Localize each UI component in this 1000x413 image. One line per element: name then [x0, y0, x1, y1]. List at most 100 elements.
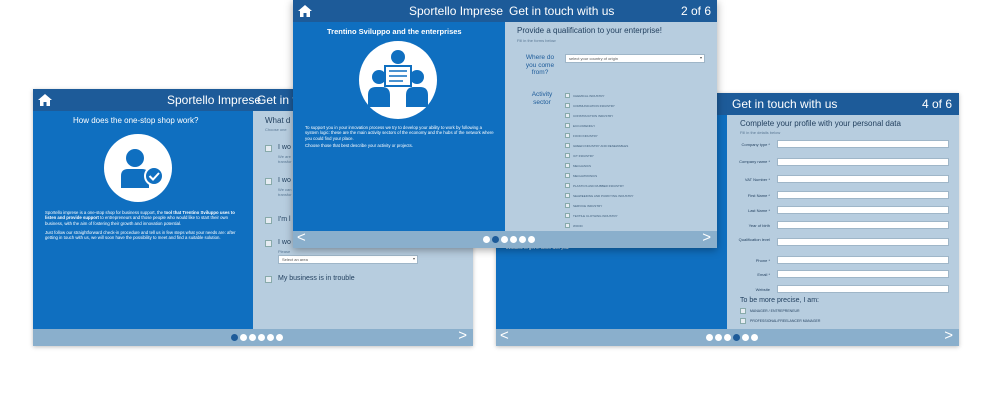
sector-checkbox[interactable] — [565, 133, 570, 138]
choose-paragraph: Choose those that best describe your act… — [305, 143, 413, 148]
chevron-down-icon: ▾ — [699, 55, 702, 60]
first-name-input[interactable] — [777, 191, 949, 199]
home-icon[interactable] — [297, 3, 313, 19]
sector-item[interactable]: COMMUNICATION INDUSTRY — [565, 102, 705, 112]
field-label: Company type * — [741, 142, 770, 147]
page-dot[interactable] — [706, 334, 713, 341]
website-input[interactable] — [777, 285, 949, 293]
sector-checkbox[interactable] — [565, 173, 570, 178]
page-dot[interactable] — [724, 334, 731, 341]
vat-number-input[interactable] — [777, 175, 949, 183]
page-dot[interactable] — [742, 334, 749, 341]
people-icon — [368, 50, 428, 107]
sector-checkbox[interactable] — [565, 223, 570, 228]
sector-item[interactable]: ICT INDUSTRY — [565, 152, 705, 162]
form-subheading: Fill in the details below — [740, 130, 781, 135]
top-bar: Sportello Imprese Get in touch with us 2… — [293, 0, 717, 22]
page-counter: 4 of 6 — [921, 97, 952, 111]
sector-checkbox[interactable] — [565, 213, 570, 218]
bottom-bar: < > — [293, 229, 717, 248]
prev-arrow[interactable]: < — [500, 327, 509, 344]
app-title: Sportello Imprese — [409, 4, 504, 18]
info-column: How does the one-stop shop work? Sportel… — [33, 111, 253, 329]
page-dot[interactable] — [483, 236, 490, 243]
role-label: MANAGER / ENTREPRENEUR — [750, 309, 800, 313]
role-label: PROFESSIONAL/FREELANCER MANAGER — [750, 319, 821, 323]
page-dot[interactable] — [715, 334, 722, 341]
sector-checkbox[interactable] — [565, 93, 570, 98]
phone-input[interactable] — [777, 256, 949, 264]
email-input[interactable] — [777, 270, 949, 278]
option-description: We can transfor — [278, 187, 292, 197]
precise-heading: To be more precise, I am: — [740, 297, 819, 304]
sector-checkbox[interactable] — [565, 203, 570, 208]
option-label: I wo — [278, 239, 291, 246]
prev-arrow[interactable]: < — [297, 229, 306, 246]
country-select[interactable]: select your country of origin ▾ — [565, 54, 705, 63]
page-dot[interactable] — [751, 334, 758, 341]
page-indicator — [483, 236, 535, 243]
home-icon[interactable] — [37, 92, 53, 108]
role-checkbox[interactable] — [740, 318, 746, 324]
next-arrow[interactable]: > — [944, 327, 953, 344]
sector-checkbox[interactable] — [565, 103, 570, 108]
sector-checkbox[interactable] — [565, 153, 570, 158]
field-label: First Name * — [747, 193, 770, 198]
form-heading: What d — [265, 116, 291, 125]
area-select[interactable]: Select an area ▾ — [278, 255, 418, 264]
people-illustration — [359, 41, 437, 119]
next-arrow[interactable]: > — [458, 327, 467, 344]
origin-label: Where do you come from? — [525, 54, 555, 76]
sector-item[interactable]: TEXTILE CLOTHING INDUSTRY — [565, 212, 705, 222]
page-dot[interactable] — [733, 334, 740, 341]
sector-item[interactable]: CHEMICAL INDUSTRY — [565, 92, 705, 102]
year-of-birth-input[interactable] — [777, 221, 949, 229]
select-value: select your country of origin — [569, 56, 618, 61]
sector-item[interactable]: GREEN INDUSTRY AND RENEWABLES — [565, 142, 705, 152]
sector-label: Activity sector — [531, 91, 553, 106]
page-dot[interactable] — [501, 236, 508, 243]
page-indicator — [706, 334, 758, 341]
sector-item[interactable]: MECHANICS — [565, 162, 705, 172]
company-name-input[interactable] — [777, 158, 949, 166]
sector-checkbox[interactable] — [565, 123, 570, 128]
sector-checkbox[interactable] — [565, 143, 570, 148]
option-checkbox[interactable] — [265, 240, 272, 247]
qualification-input[interactable] — [777, 238, 949, 246]
page-dot[interactable] — [492, 236, 499, 243]
company-type-input[interactable] — [777, 140, 949, 148]
option-checkbox[interactable] — [265, 145, 272, 152]
page-dot[interactable] — [231, 334, 238, 341]
next-arrow[interactable]: > — [702, 229, 711, 246]
sector-item[interactable]: FOOD INDUSTRY — [565, 132, 705, 142]
option-checkbox[interactable] — [265, 178, 272, 185]
sector-item[interactable]: PLASTICS AND RUBBER INDUSTRY — [565, 182, 705, 192]
option-checkbox[interactable] — [265, 276, 272, 283]
field-label: VAT Number * — [744, 177, 770, 182]
page-dot[interactable] — [510, 236, 517, 243]
sector-checkbox[interactable] — [565, 193, 570, 198]
sector-item[interactable]: SEAWEEDING AND PURIFYING INDUSTRY — [565, 192, 705, 202]
sector-item[interactable]: SERVICE INDUSTRY — [565, 202, 705, 212]
role-checkbox[interactable] — [740, 308, 746, 314]
sector-list: CHEMICAL INDUSTRY COMMUNICATION INDUSTRY… — [565, 92, 705, 232]
page-dot[interactable] — [267, 334, 274, 341]
page-dot[interactable] — [528, 236, 535, 243]
sector-item[interactable]: ECO-FRIENDLY — [565, 122, 705, 132]
sector-item[interactable]: CONSTRUCTION INDUSTRY — [565, 112, 705, 122]
sector-checkbox[interactable] — [565, 113, 570, 118]
page-dot[interactable] — [519, 236, 526, 243]
option-checkbox[interactable] — [265, 217, 272, 224]
page-dot[interactable] — [258, 334, 265, 341]
section-heading: How does the one-stop shop work? — [73, 116, 199, 125]
last-name-input[interactable] — [777, 206, 949, 214]
sector-checkbox[interactable] — [565, 163, 570, 168]
field-label: Email * — [757, 272, 770, 277]
page-dot[interactable] — [240, 334, 247, 341]
page-dot[interactable] — [249, 334, 256, 341]
page-subtitle: Get in touch with us — [732, 97, 838, 111]
sector-item[interactable]: MECHATRONICS — [565, 172, 705, 182]
page-dot[interactable] — [276, 334, 283, 341]
field-label: Company name * — [739, 159, 770, 164]
sector-checkbox[interactable] — [565, 183, 570, 188]
